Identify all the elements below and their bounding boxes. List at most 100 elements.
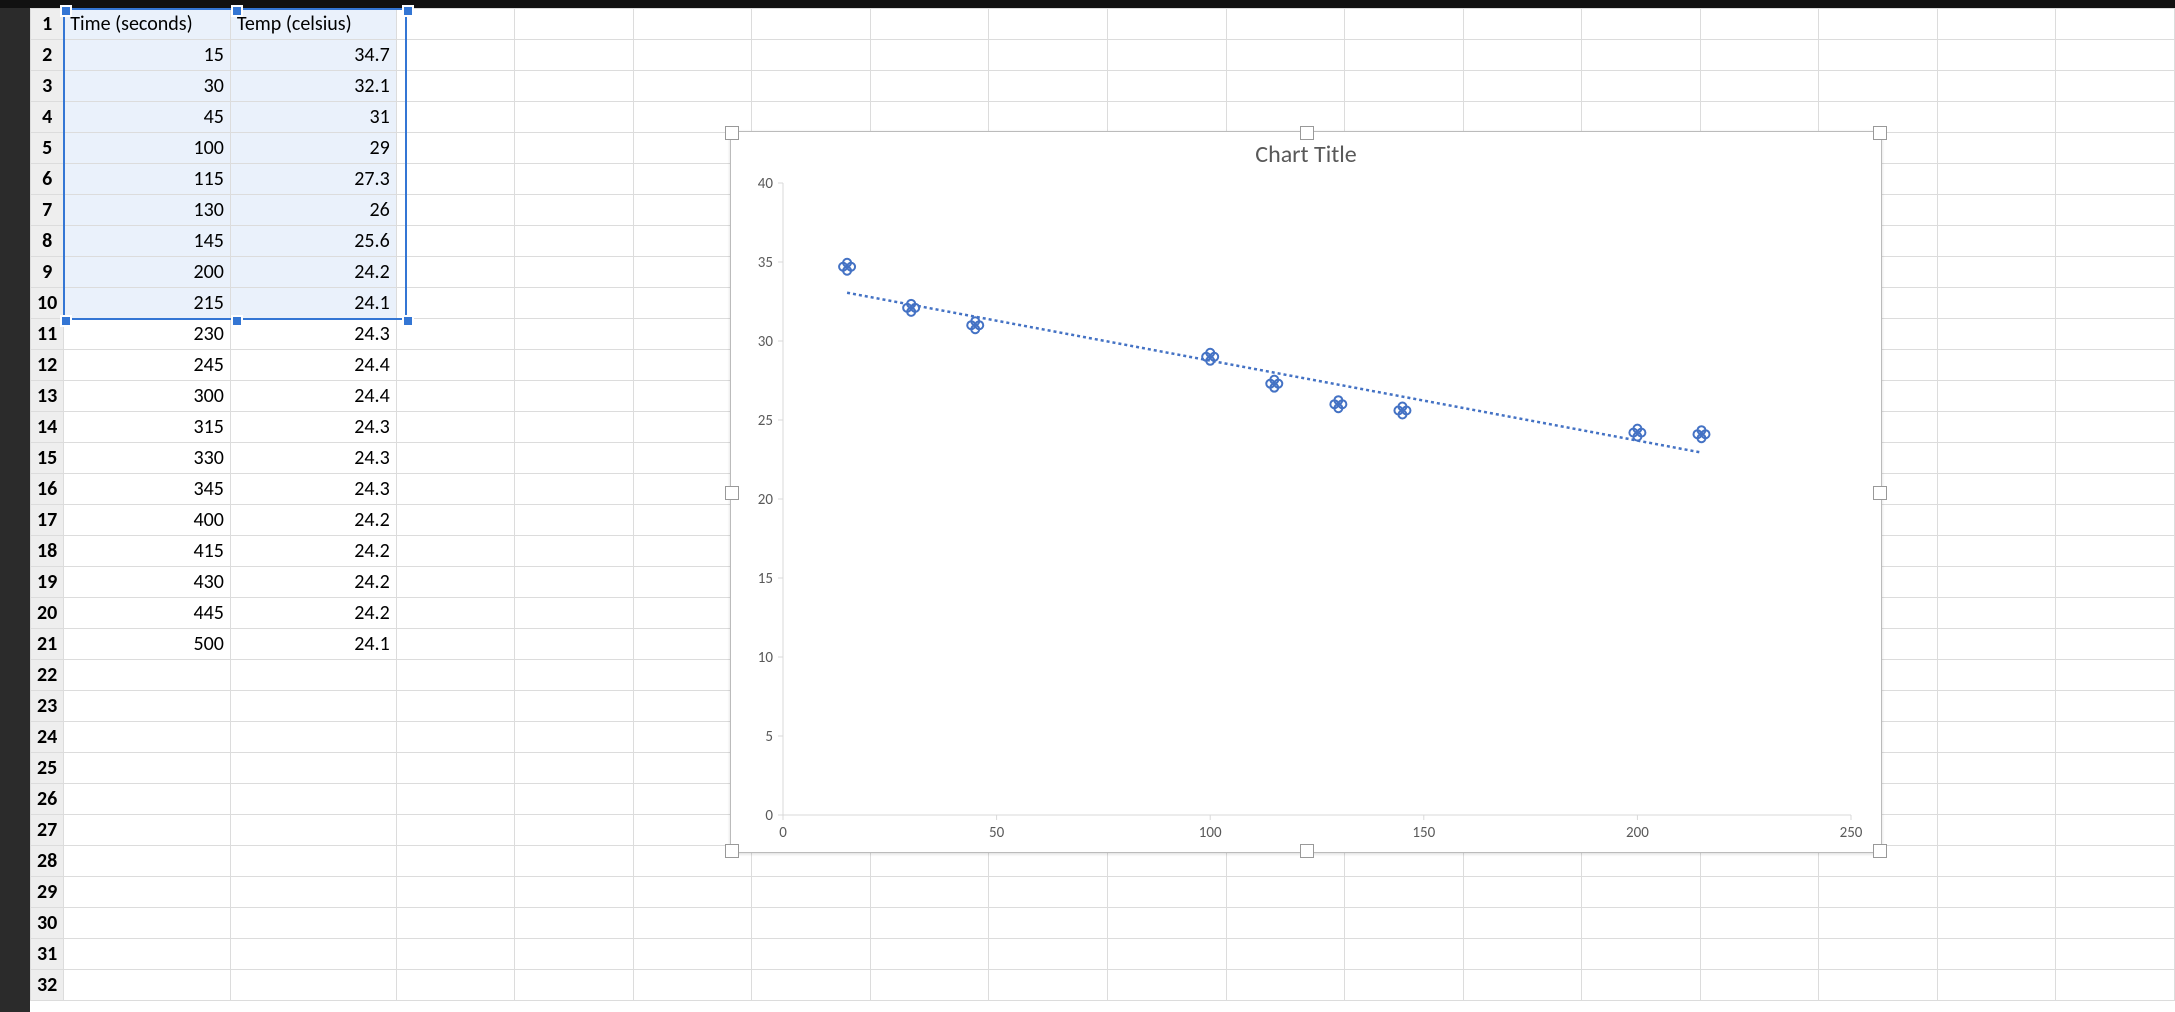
row-header[interactable]: 10: [31, 288, 64, 319]
empty-cell[interactable]: [396, 784, 515, 815]
row-header[interactable]: 20: [31, 598, 64, 629]
empty-cell[interactable]: [515, 412, 634, 443]
empty-cell[interactable]: [1819, 71, 1938, 102]
empty-cell[interactable]: [515, 567, 634, 598]
cell-b[interactable]: 24.2: [230, 505, 396, 536]
row-header[interactable]: 9: [31, 257, 64, 288]
empty-cell[interactable]: [2056, 536, 2175, 567]
chart-plot-area[interactable]: 0510152025303540050100150200250: [731, 173, 1881, 851]
empty-cell[interactable]: [989, 939, 1108, 970]
empty-cell[interactable]: [1700, 908, 1819, 939]
cell-a[interactable]: [64, 877, 231, 908]
cell-b[interactable]: [230, 691, 396, 722]
row-header[interactable]: 16: [31, 474, 64, 505]
empty-cell[interactable]: [1345, 939, 1464, 970]
row-header[interactable]: 30: [31, 908, 64, 939]
empty-cell[interactable]: [2056, 815, 2175, 846]
cell-a[interactable]: 215: [64, 288, 231, 319]
cell-b[interactable]: 25.6: [230, 226, 396, 257]
cell-a[interactable]: 300: [64, 381, 231, 412]
row-header[interactable]: 31: [31, 939, 64, 970]
empty-cell[interactable]: [2056, 598, 2175, 629]
empty-cell[interactable]: [1582, 970, 1701, 1001]
cell-a[interactable]: 330: [64, 443, 231, 474]
empty-cell[interactable]: [1463, 102, 1582, 133]
row-header[interactable]: 32: [31, 970, 64, 1001]
empty-cell[interactable]: [1937, 71, 2056, 102]
empty-cell[interactable]: [396, 102, 515, 133]
empty-cell[interactable]: [515, 350, 634, 381]
cell-a[interactable]: [64, 784, 231, 815]
empty-cell[interactable]: [1700, 939, 1819, 970]
empty-cell[interactable]: [633, 970, 752, 1001]
empty-cell[interactable]: [515, 598, 634, 629]
empty-cell[interactable]: [396, 164, 515, 195]
empty-cell[interactable]: [633, 908, 752, 939]
cell-a[interactable]: 130: [64, 195, 231, 226]
empty-cell[interactable]: [1108, 9, 1227, 40]
empty-cell[interactable]: [1463, 71, 1582, 102]
empty-cell[interactable]: [1937, 226, 2056, 257]
empty-cell[interactable]: [2056, 102, 2175, 133]
empty-cell[interactable]: [2056, 474, 2175, 505]
empty-cell[interactable]: [1463, 877, 1582, 908]
cell-a[interactable]: 245: [64, 350, 231, 381]
cell-b[interactable]: 31: [230, 102, 396, 133]
empty-cell[interactable]: [870, 877, 989, 908]
row-header[interactable]: 6: [31, 164, 64, 195]
empty-cell[interactable]: [1226, 939, 1345, 970]
row-header[interactable]: 2: [31, 40, 64, 71]
empty-cell[interactable]: [2056, 722, 2175, 753]
empty-cell[interactable]: [1108, 71, 1227, 102]
empty-cell[interactable]: [989, 877, 1108, 908]
empty-cell[interactable]: [1226, 970, 1345, 1001]
empty-cell[interactable]: [633, 877, 752, 908]
cell-b[interactable]: 26: [230, 195, 396, 226]
empty-cell[interactable]: [2056, 133, 2175, 164]
empty-cell[interactable]: [2056, 381, 2175, 412]
empty-cell[interactable]: [989, 908, 1108, 939]
empty-cell[interactable]: [396, 846, 515, 877]
empty-cell[interactable]: [1345, 71, 1464, 102]
empty-cell[interactable]: [1937, 629, 2056, 660]
empty-cell[interactable]: [1937, 474, 2056, 505]
row-header[interactable]: 1: [31, 9, 64, 40]
resize-handle-e[interactable]: [1873, 486, 1887, 500]
empty-cell[interactable]: [1582, 939, 1701, 970]
empty-cell[interactable]: [1463, 908, 1582, 939]
empty-cell[interactable]: [2056, 784, 2175, 815]
empty-cell[interactable]: [2056, 9, 2175, 40]
empty-cell[interactable]: [1937, 970, 2056, 1001]
empty-cell[interactable]: [1937, 722, 2056, 753]
empty-cell[interactable]: [1819, 877, 1938, 908]
empty-cell[interactable]: [1226, 877, 1345, 908]
empty-cell[interactable]: [515, 102, 634, 133]
empty-cell[interactable]: [2056, 257, 2175, 288]
resize-handle-n[interactable]: [1300, 126, 1314, 140]
empty-cell[interactable]: [633, 40, 752, 71]
empty-cell[interactable]: [1226, 40, 1345, 71]
cell-b[interactable]: [230, 660, 396, 691]
empty-cell[interactable]: [1819, 908, 1938, 939]
empty-cell[interactable]: [1582, 102, 1701, 133]
empty-cell[interactable]: [396, 691, 515, 722]
empty-cell[interactable]: [515, 536, 634, 567]
empty-cell[interactable]: [1937, 133, 2056, 164]
empty-cell[interactable]: [515, 288, 634, 319]
cell-b[interactable]: 24.2: [230, 536, 396, 567]
empty-cell[interactable]: [1937, 164, 2056, 195]
cell-a[interactable]: 30: [64, 71, 231, 102]
empty-cell[interactable]: [515, 846, 634, 877]
row-header[interactable]: 28: [31, 846, 64, 877]
cell-b[interactable]: 24.2: [230, 567, 396, 598]
empty-cell[interactable]: [870, 9, 989, 40]
empty-cell[interactable]: [396, 40, 515, 71]
empty-cell[interactable]: [515, 691, 634, 722]
empty-cell[interactable]: [1937, 691, 2056, 722]
row-header[interactable]: 3: [31, 71, 64, 102]
cell-b[interactable]: [230, 753, 396, 784]
empty-cell[interactable]: [515, 226, 634, 257]
row-header[interactable]: 29: [31, 877, 64, 908]
empty-cell[interactable]: [1700, 40, 1819, 71]
empty-cell[interactable]: [752, 9, 871, 40]
